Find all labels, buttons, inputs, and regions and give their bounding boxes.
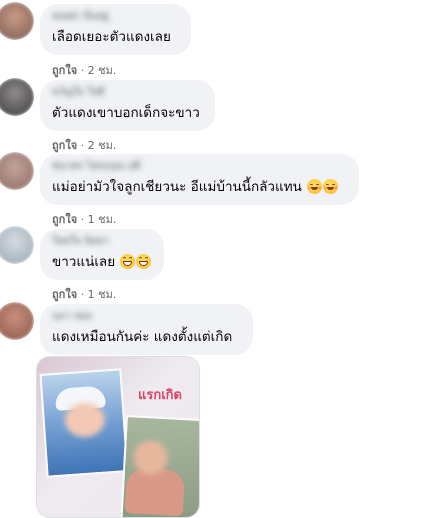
comment-meta: ถูกใจ · 2 ชม. [52,61,116,79]
avatar[interactable] [0,2,34,40]
toddler-photo [120,414,199,517]
meta-separator: · [80,139,85,152]
comment-bubble: ใหม่ใจ นิลลา ขาวแน่เลย [40,229,164,280]
comment-text-value: แม่อย่ามัวใจลูกเชียวนะ อีแม่บ้านนี้กลัวแ… [52,179,302,195]
photo-caption: แรกเกิด [138,388,182,403]
avatar[interactable] [0,152,34,190]
comment-bubble: นภา ทอง แดงเหมือนกันค่ะ แดงตั้งแต่เกิด [40,304,253,355]
comment-text-value: ขาวแน่เลย [52,254,116,270]
comment-meta: ถูกใจ · 2 ชม. [52,136,116,154]
grinning-icon [136,254,152,269]
comment-text: แม่อย่ามัวใจลูกเชียวนะ อีแม่บ้านนี้กลัวแ… [52,178,347,196]
comment-bubble: ธณพร นั่นอยู่ เลือดเยอะตัวแดงเลย [40,4,191,55]
comment-photo[interactable]: แรกเกิด [36,356,200,518]
comment-bubble: ชนาพร ไพรอรุณ ฤดี แม่อย่ามัวใจลูกเชียวนะ… [40,154,359,205]
avatar[interactable] [0,78,34,116]
comment-text: แดงเหมือนกันค่ะ แดงตั้งแต่เกิด [52,329,233,345]
commenter-name[interactable]: ใหม่ใจ นิลลา [52,236,152,248]
meta-separator: · [80,64,85,77]
comment-time[interactable]: 1 ชม. [88,213,117,226]
comment-meta: ถูกใจ · 1 ชม. [52,285,116,303]
comment-text: ขาวแน่เลย [52,253,152,271]
toddler-body [124,467,186,517]
commenter-name[interactable]: นภา ทอง [52,311,241,323]
commenter-name[interactable]: ชนาพร ไพรอรุณ ฤดี [52,161,347,173]
commenter-name[interactable]: ขวัญใจ ใจดี [52,87,203,99]
like-button[interactable]: ถูกใจ [52,139,77,152]
comment-bubble: ขวัญใจ ใจดี ตัวแดงเขาบอกเด็กจะขาว [40,80,215,131]
meta-separator: · [80,213,85,226]
comment-time[interactable]: 1 ชม. [88,288,117,301]
like-button[interactable]: ถูกใจ [52,288,77,301]
comment-time[interactable]: 2 ชม. [88,139,117,152]
comment-time[interactable]: 2 ชม. [88,64,117,77]
commenter-name[interactable]: ธณพร นั่นอยู่ [52,11,179,23]
comment-text: เลือดเยอะตัวแดงเลย [52,29,171,45]
comment-text: ตัวแดงเขาบอกเด็กจะขาว [52,105,200,121]
avatar[interactable] [0,226,34,264]
avatar[interactable] [0,302,34,340]
meta-separator: · [80,288,85,301]
newborn-photo [39,368,129,478]
like-button[interactable]: ถูกใจ [52,64,77,77]
comment-meta: ถูกใจ · 1 ชม. [52,210,116,228]
smiling-blush-icon [323,179,339,194]
grinning-icon [120,254,136,269]
like-button[interactable]: ถูกใจ [52,213,77,226]
smiling-blush-icon [307,179,323,194]
